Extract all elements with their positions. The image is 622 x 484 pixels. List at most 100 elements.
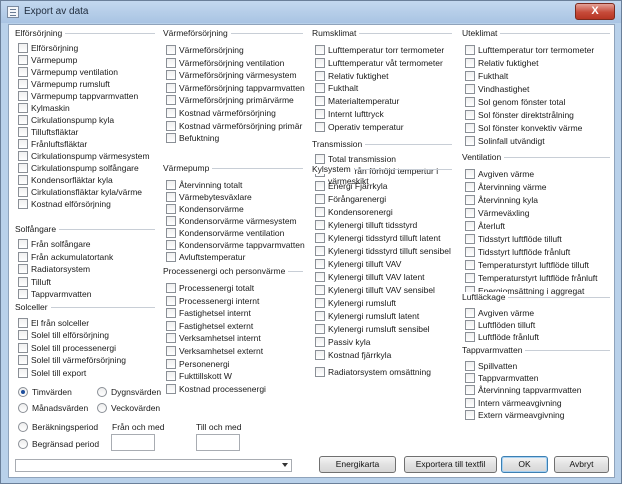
checkbox[interactable] <box>18 103 28 113</box>
checkbox[interactable] <box>18 43 28 53</box>
checkbox[interactable] <box>18 175 28 185</box>
checkbox[interactable] <box>166 240 176 250</box>
radio-dygnsvarden[interactable] <box>97 387 107 397</box>
checkbox[interactable] <box>18 67 28 77</box>
checkbox[interactable] <box>18 163 28 173</box>
checkbox[interactable] <box>465 195 475 205</box>
checkbox[interactable] <box>465 385 475 396</box>
checkbox[interactable] <box>315 154 325 164</box>
from-date-input[interactable] <box>111 434 155 451</box>
checkbox[interactable] <box>18 239 28 249</box>
checkbox[interactable] <box>315 57 325 68</box>
checkbox[interactable] <box>465 361 475 371</box>
checkbox[interactable] <box>166 371 176 382</box>
checkbox[interactable] <box>18 264 28 275</box>
checkbox[interactable] <box>315 259 325 269</box>
checkbox[interactable] <box>166 283 176 293</box>
checkbox[interactable] <box>166 346 176 356</box>
checkbox[interactable] <box>18 187 28 197</box>
radio-begransad-period[interactable] <box>18 439 28 449</box>
checkbox[interactable] <box>166 228 176 238</box>
checkbox[interactable] <box>465 273 475 283</box>
checkbox[interactable] <box>18 289 28 300</box>
checkbox[interactable] <box>166 308 176 319</box>
checkbox[interactable] <box>166 252 176 262</box>
checkbox[interactable] <box>166 45 176 55</box>
checkbox[interactable] <box>315 96 325 107</box>
checkbox[interactable] <box>465 260 475 270</box>
checkbox[interactable] <box>465 397 475 408</box>
checkbox[interactable] <box>18 355 28 366</box>
checkbox[interactable] <box>18 151 28 161</box>
checkbox[interactable] <box>166 333 176 344</box>
checkbox[interactable] <box>166 70 176 81</box>
radio-berakningsperiod[interactable] <box>18 422 28 432</box>
checkbox[interactable] <box>315 83 325 94</box>
checkbox[interactable] <box>18 330 28 341</box>
checkbox[interactable] <box>315 109 325 119</box>
checkbox[interactable] <box>166 383 176 394</box>
checkbox[interactable] <box>166 82 176 93</box>
to-date-input[interactable] <box>196 434 240 451</box>
checkbox[interactable] <box>166 216 176 226</box>
export-textfile-button[interactable]: Exportera till textfil <box>404 456 497 473</box>
checkbox[interactable] <box>315 337 325 347</box>
checkbox[interactable] <box>18 367 28 378</box>
checkbox[interactable] <box>465 308 475 318</box>
checkbox[interactable] <box>18 115 28 125</box>
checkbox[interactable] <box>166 95 176 106</box>
checkbox[interactable] <box>465 110 475 120</box>
checkbox[interactable] <box>465 169 475 179</box>
checkbox[interactable] <box>18 55 28 65</box>
checkbox[interactable] <box>315 272 325 282</box>
checkbox[interactable] <box>18 91 28 101</box>
checkbox[interactable] <box>465 123 475 133</box>
energikarta-button[interactable]: Energikarta <box>319 456 396 473</box>
checkbox[interactable] <box>315 207 325 217</box>
radio-timvarden[interactable] <box>18 387 28 397</box>
checkbox[interactable] <box>18 139 28 149</box>
checkbox[interactable] <box>465 136 475 146</box>
checkbox[interactable] <box>166 133 176 144</box>
checkbox[interactable] <box>465 234 475 244</box>
checkbox[interactable] <box>465 97 475 107</box>
checkbox[interactable] <box>18 127 28 137</box>
checkbox[interactable] <box>315 246 325 256</box>
radio-veckovarden[interactable] <box>97 403 107 413</box>
checkbox[interactable] <box>166 57 176 68</box>
checkbox[interactable] <box>166 120 176 131</box>
ok-button[interactable]: OK <box>501 456 548 473</box>
checkbox[interactable] <box>315 367 325 377</box>
checkbox[interactable] <box>18 276 28 287</box>
checkbox[interactable] <box>18 342 28 353</box>
checkbox[interactable] <box>465 320 475 330</box>
title-bar[interactable]: Export av data X <box>1 1 621 23</box>
checkbox[interactable] <box>465 247 475 257</box>
checkbox[interactable] <box>315 311 325 321</box>
cancel-button[interactable]: Avbryt <box>554 456 609 473</box>
checkbox[interactable] <box>315 233 325 243</box>
checkbox[interactable] <box>465 45 475 55</box>
checkbox[interactable] <box>166 108 176 118</box>
checkbox[interactable] <box>315 324 325 334</box>
checkbox[interactable] <box>315 181 325 191</box>
radio-manadsvarden[interactable] <box>18 403 28 413</box>
checkbox[interactable] <box>315 220 325 230</box>
checkbox[interactable] <box>465 71 475 81</box>
close-button[interactable]: X <box>575 3 615 20</box>
checkbox[interactable] <box>315 45 325 55</box>
checkbox[interactable] <box>465 208 475 218</box>
checkbox[interactable] <box>166 295 176 306</box>
checkbox[interactable] <box>315 121 325 132</box>
checkbox[interactable] <box>315 194 325 204</box>
checkbox[interactable] <box>465 221 475 231</box>
checkbox[interactable] <box>315 285 325 295</box>
output-selector-combo[interactable] <box>15 459 292 472</box>
checkbox[interactable] <box>18 251 28 262</box>
checkbox[interactable] <box>315 350 325 360</box>
checkbox[interactable] <box>166 320 176 331</box>
checkbox[interactable] <box>465 182 475 192</box>
checkbox[interactable] <box>18 199 28 209</box>
checkbox[interactable] <box>465 373 475 384</box>
checkbox[interactable] <box>465 409 475 420</box>
